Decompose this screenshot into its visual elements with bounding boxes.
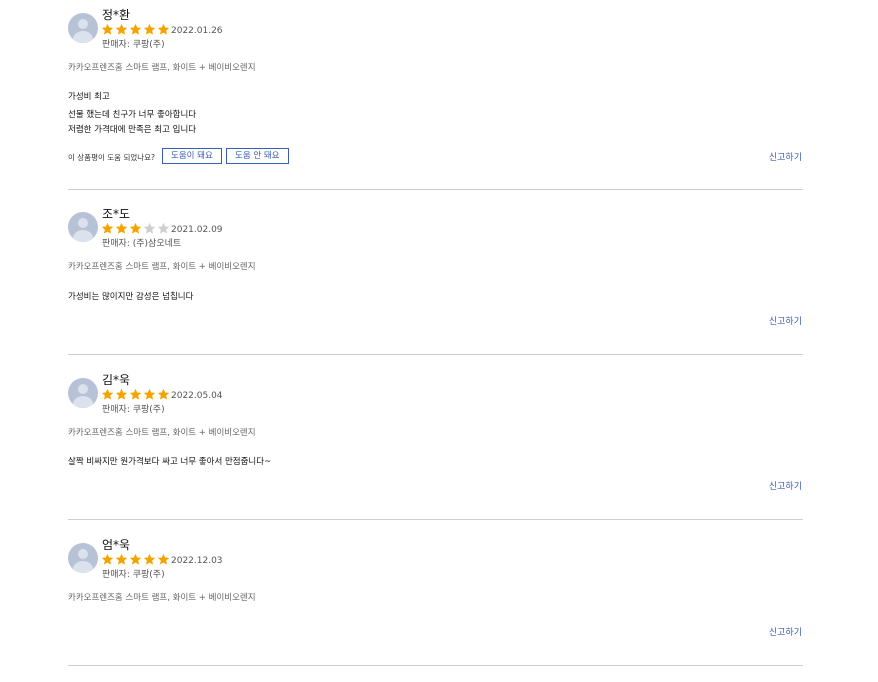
avatar (68, 212, 98, 242)
star-rating (101, 23, 170, 37)
star-filled-icon (129, 23, 142, 35)
star-filled-icon (115, 23, 128, 35)
star-filled-icon (115, 222, 128, 234)
divider (68, 189, 803, 190)
seller-info: 판매자: (주)삼오네트 (102, 239, 182, 249)
review-text-line: 가성비는 많이지만 감성은 넘칩니다 (68, 292, 194, 302)
review-headline: 가성비 최고 (68, 92, 110, 102)
star-filled-icon (157, 23, 170, 35)
star-filled-icon (129, 222, 142, 234)
avatar (68, 13, 98, 43)
report-link[interactable]: 신고하기 (769, 481, 802, 493)
review-date: 2022.05.04 (171, 391, 223, 401)
star-filled-icon (157, 388, 170, 400)
star-filled-icon (115, 388, 128, 400)
reviewer-name: 엄*욱 (102, 538, 131, 552)
review-date: 2021.02.09 (171, 225, 223, 235)
reviewer-name: 김*욱 (102, 373, 131, 387)
star-filled-icon (129, 553, 142, 565)
seller-info: 판매자: 쿠팡(주) (102, 405, 165, 415)
star-filled-icon (101, 222, 114, 234)
star-filled-icon (143, 23, 156, 35)
star-filled-icon (101, 388, 114, 400)
product-option: 카카오프렌즈홈 스마트 램프, 화이트 + 베이비오렌지 (68, 63, 256, 73)
avatar (68, 378, 98, 408)
star-rating (101, 222, 170, 236)
helpful-no-button[interactable]: 도움 안 돼요 (226, 148, 289, 164)
reviewer-name: 조*도 (102, 207, 131, 221)
star-empty-icon (143, 222, 156, 234)
reviewer-name: 정*환 (102, 8, 131, 22)
divider (68, 519, 803, 520)
star-empty-icon (157, 222, 170, 234)
review-text-line: 저렴한 가격대에 만족은 최고 입니다 (68, 125, 197, 135)
seller-info: 판매자: 쿠팡(주) (102, 40, 165, 50)
report-link[interactable]: 신고하기 (769, 316, 802, 328)
helpful-question: 이 상품평이 도움 되었나요? (68, 153, 156, 162)
star-filled-icon (143, 553, 156, 565)
review-text-line: 선물 했는데 친구가 너무 좋아합니다 (68, 110, 197, 120)
review-list: 정*환 2022.01.26 판매자: 쿠팡(주) 카카오프렌즈홈 스마트 램프… (0, 0, 878, 682)
star-rating (101, 388, 170, 402)
star-filled-icon (157, 553, 170, 565)
star-rating (101, 553, 170, 567)
report-link[interactable]: 신고하기 (769, 627, 802, 639)
report-link[interactable]: 신고하기 (769, 152, 802, 164)
avatar (68, 543, 98, 573)
review-text-line: 살짝 비싸지만 원가격보다 싸고 너무 좋아서 만점줍니다~ (68, 457, 272, 467)
product-option: 카카오프렌즈홈 스마트 램프, 화이트 + 베이비오렌지 (68, 428, 256, 438)
seller-info: 판매자: 쿠팡(주) (102, 570, 165, 580)
star-filled-icon (101, 553, 114, 565)
star-filled-icon (143, 388, 156, 400)
divider (68, 354, 803, 355)
star-filled-icon (101, 23, 114, 35)
product-option: 카카오프렌즈홈 스마트 램프, 화이트 + 베이비오렌지 (68, 593, 256, 603)
helpful-yes-button[interactable]: 도움이 돼요 (162, 148, 222, 164)
review-date: 2022.01.26 (171, 26, 223, 36)
divider (68, 665, 803, 666)
review-date: 2022.12.03 (171, 556, 223, 566)
star-filled-icon (115, 553, 128, 565)
star-filled-icon (129, 388, 142, 400)
product-option: 카카오프렌즈홈 스마트 램프, 화이트 + 베이비오렌지 (68, 262, 256, 272)
